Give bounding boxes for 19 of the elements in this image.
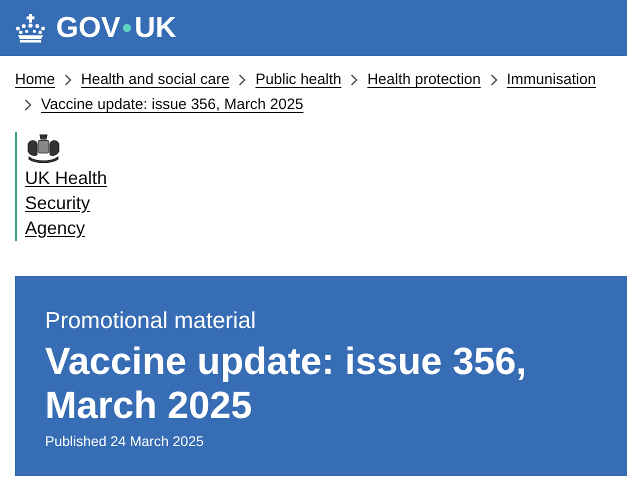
breadcrumb-link[interactable]: Immunisation: [506, 70, 596, 89]
chevron-icon: [350, 74, 358, 86]
crown-icon: [15, 14, 46, 42]
dot-icon: [123, 24, 132, 32]
breadcrumb-link[interactable]: Health protection: [367, 70, 481, 89]
chevron-icon: [238, 74, 246, 86]
breadcrumb-link[interactable]: Health and social care: [81, 70, 230, 89]
page-title: Vaccine update: issue 356, March 2025: [45, 340, 528, 428]
published-date: Published 24 March 2025: [45, 432, 204, 450]
chevron-icon: [24, 98, 32, 110]
chevron-icon: [490, 74, 498, 86]
organisation-link[interactable]: UK Health Security Agency: [25, 166, 108, 241]
breadcrumb-link[interactable]: Public health: [255, 70, 342, 89]
breadcrumb-link[interactable]: Vaccine update: issue 356, March 2025: [41, 95, 304, 114]
gov-uk-logo-link[interactable]: GOV UK: [15, 12, 176, 44]
document-type: Promotional material: [45, 306, 256, 334]
crest-icon: [25, 133, 62, 164]
chevron-icon: [64, 74, 72, 86]
breadcrumb-link[interactable]: Home: [15, 70, 56, 89]
